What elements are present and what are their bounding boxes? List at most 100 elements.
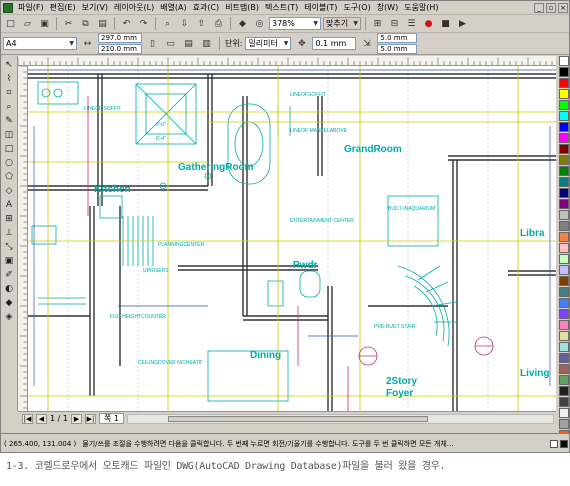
palette-swatch[interactable] [559,408,569,418]
palette-swatch[interactable] [559,78,569,88]
palette-swatch[interactable] [559,155,569,165]
cut-icon[interactable]: ✂ [61,17,76,31]
stop-icon[interactable]: ■ [438,17,453,31]
outline-tool-icon[interactable]: ◐ [2,282,16,295]
connector-tool-icon[interactable]: ⤡ [2,240,16,253]
palette-swatch[interactable] [559,100,569,110]
eyedropper-icon[interactable]: ✐ [2,268,16,281]
palette-swatch[interactable] [559,243,569,253]
palette-swatch[interactable] [559,375,569,385]
table-tool-icon[interactable]: ⊞ [2,212,16,225]
zoom-tool-icon[interactable]: ⌕ [2,100,16,113]
outline-swatch[interactable] [560,440,568,448]
fill-tool-icon[interactable]: ◆ [2,296,16,309]
room-label-gathering[interactable]: GatheringRoom [178,162,254,173]
print-icon[interactable]: ⎙ [211,17,226,31]
page-tab[interactable]: 쪽 1 [98,413,124,424]
room-label-kitchen[interactable]: Kitchen [94,184,131,195]
app-icon[interactable] [3,2,13,13]
save-icon[interactable]: ▣ [37,17,52,31]
palette-swatch[interactable] [559,287,569,297]
palette-swatch[interactable] [559,188,569,198]
interactive-fill-icon[interactable]: ◈ [2,310,16,323]
options-icon[interactable]: ☰ [404,17,419,31]
palette-swatch[interactable] [559,419,569,429]
next-page-icon[interactable]: ▶ [70,413,82,424]
palette-swatch[interactable] [559,210,569,220]
dup-x-field[interactable]: 5.0 mm [377,33,418,43]
room-label-2story[interactable]: 2Story [386,376,418,387]
palette-swatch[interactable] [559,386,569,396]
palette-swatch[interactable] [559,276,569,286]
nudge-field[interactable]: 0.1 mm [312,37,357,50]
menu-view[interactable]: 보기(V) [79,2,111,14]
units-combo[interactable]: 밀리미터 ▼ [245,37,292,50]
open-icon[interactable]: ▱ [20,17,35,31]
palette-swatch[interactable] [559,122,569,132]
menu-help[interactable]: 도움말(H) [401,2,441,14]
menu-file[interactable]: 파일(F) [15,2,47,14]
prev-page-icon[interactable]: ◀ [36,413,47,424]
undo-icon[interactable]: ↶ [119,17,134,31]
room-label-pwdr[interactable]: Pwdr [293,260,318,271]
page-height-field[interactable]: 210.0 mm [98,44,142,54]
drawing-canvas[interactable]: GatheringRoom GrandRoom Kitchen Libra Pw… [28,66,556,411]
menu-edit[interactable]: 편집(E) [47,2,79,14]
pick-tool-icon[interactable]: ↖ [2,58,16,71]
menu-bitmaps[interactable]: 비트맵(B) [222,2,262,14]
page-width-field[interactable]: 297.0 mm [98,33,142,43]
palette-swatch[interactable] [559,166,569,176]
snap-grid-icon[interactable]: ⊞ [370,17,385,31]
record-icon[interactable]: ● [421,17,436,31]
palette-swatch[interactable] [559,199,569,209]
palette-swatch[interactable] [559,298,569,308]
new-icon[interactable]: □ [3,17,18,31]
crop-tool-icon[interactable]: ⌗ [2,86,16,99]
room-label-foyer[interactable]: Foyer [386,388,413,399]
vertical-ruler[interactable] [18,66,28,411]
menu-effects[interactable]: 효과(C) [190,2,223,14]
shape-tool-icon[interactable]: ⌇ [2,72,16,85]
zoom-combo[interactable]: 378% ▼ [269,17,321,30]
palette-swatch[interactable] [559,133,569,143]
menu-tools[interactable]: 도구(O) [340,2,373,14]
palette-swatch[interactable] [559,397,569,407]
room-label-grand[interactable]: GrandRoom [344,144,402,155]
palette-swatch[interactable] [559,144,569,154]
export-icon[interactable]: ⇧ [194,17,209,31]
palette-swatch[interactable] [559,89,569,99]
freehand-tool-icon[interactable]: ✎ [2,114,16,127]
close-icon[interactable]: × [558,3,568,13]
palette-swatch[interactable] [559,353,569,363]
palette-swatch[interactable] [559,177,569,187]
restore-icon[interactable]: ▫ [546,3,556,13]
rectangle-tool-icon[interactable]: □ [2,142,16,155]
snap-guide-icon[interactable]: ⊟ [387,17,402,31]
basic-shapes-icon[interactable]: ◇ [2,184,16,197]
palette-swatch[interactable] [559,364,569,374]
palette-swatch[interactable] [559,254,569,264]
portrait-icon[interactable]: ▯ [145,37,160,51]
horizontal-ruler[interactable] [18,56,556,66]
current-page-icon[interactable]: ▥ [199,37,214,51]
minimize-icon[interactable]: _ [534,3,544,13]
palette-swatch[interactable] [559,111,569,121]
menu-window[interactable]: 창(W) [374,2,402,14]
landscape-icon[interactable]: ▭ [163,37,178,51]
smart-fill-icon[interactable]: ◫ [2,128,16,141]
room-label-dining[interactable]: Dining [250,350,281,361]
menu-text[interactable]: 텍스트(T) [262,2,301,14]
room-label-libra[interactable]: Libra [520,228,545,239]
welcome-icon[interactable]: ◎ [252,17,267,31]
palette-swatch[interactable] [559,331,569,341]
blend-tool-icon[interactable]: ▣ [2,254,16,267]
fill-swatch[interactable] [550,440,558,448]
dimension-tool-icon[interactable]: ⟂ [2,226,16,239]
palette-swatch[interactable] [559,320,569,330]
launcher-icon[interactable]: ◆ [235,17,250,31]
text-tool-icon[interactable]: A [2,198,16,211]
snap-combo[interactable]: 맞추기 ▼ [323,17,361,30]
redo-icon[interactable]: ↷ [136,17,151,31]
scroll-thumb[interactable] [167,415,428,422]
ellipse-tool-icon[interactable]: ○ [2,156,16,169]
